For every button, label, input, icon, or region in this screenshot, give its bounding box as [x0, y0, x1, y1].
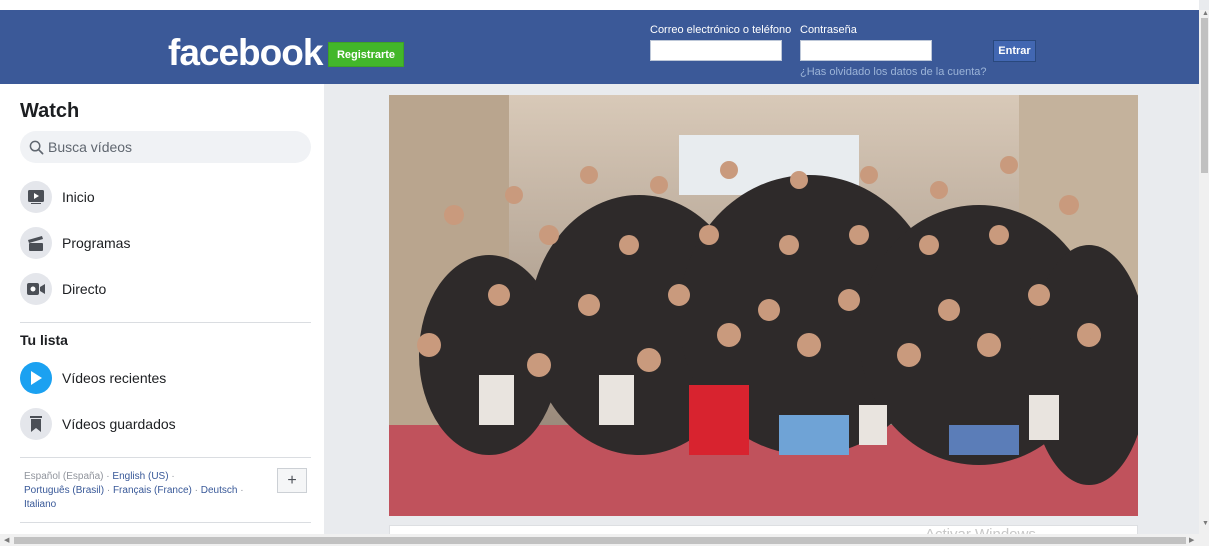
sidebar-item-label: Programas — [62, 235, 131, 251]
your-list-title: Tu lista — [20, 332, 68, 348]
divider — [20, 457, 311, 458]
divider — [20, 322, 311, 323]
search-placeholder: Busca vídeos — [48, 139, 133, 155]
email-field[interactable] — [650, 40, 782, 61]
video-thumbnail[interactable] — [389, 95, 1138, 516]
scroll-up-arrow-icon[interactable]: ▲ — [1202, 10, 1209, 17]
play-screen-icon — [20, 181, 52, 213]
register-button[interactable]: Registrarte — [328, 42, 404, 67]
current-language: Español (España) — [24, 471, 104, 482]
search-input[interactable]: Busca vídeos — [20, 131, 311, 163]
sidebar-item-inicio[interactable]: Inicio — [20, 181, 95, 213]
sidebar-title: Watch — [20, 100, 80, 122]
group-photo — [389, 95, 1138, 516]
divider — [20, 522, 311, 523]
language-link-english[interactable]: English (US) — [112, 471, 168, 482]
login-button[interactable]: Entrar — [993, 40, 1036, 62]
facebook-logo[interactable]: facebook — [168, 32, 323, 74]
language-list: Español (España) · English (US) · Portug… — [24, 471, 244, 510]
sidebar-item-directo[interactable]: Directo — [20, 273, 106, 305]
play-icon — [20, 362, 52, 394]
scroll-down-arrow-icon[interactable]: ▼ — [1202, 520, 1209, 527]
clapperboard-icon — [20, 227, 52, 259]
sidebar-item-label: Inicio — [62, 189, 95, 205]
forgot-account-link[interactable]: ¿Has olvidado los datos de la cuenta? — [800, 66, 987, 78]
sidebar-item-recent-videos[interactable]: Vídeos recientes — [20, 362, 166, 394]
sidebar-item-label: Vídeos recientes — [62, 370, 167, 386]
email-label: Correo electrónico o teléfono — [650, 24, 792, 36]
password-field[interactable] — [800, 40, 932, 61]
language-link-portuguese[interactable]: Português (Brasil) — [24, 485, 104, 496]
page: facebook Registrarte Correo electrónico … — [0, 0, 1209, 546]
more-languages-button[interactable]: + — [277, 468, 307, 493]
password-label: Contraseña — [800, 24, 857, 36]
language-link-german[interactable]: Deutsch — [201, 485, 238, 496]
vertical-scroll-thumb[interactable] — [1201, 18, 1208, 173]
scroll-right-arrow-icon[interactable]: ▶ — [1189, 536, 1194, 544]
horizontal-scroll-thumb[interactable] — [14, 537, 1186, 544]
sidebar-item-saved-videos[interactable]: Vídeos guardados — [20, 408, 176, 440]
language-link-italian[interactable]: Italiano — [24, 499, 56, 510]
sidebar-item-programas[interactable]: Programas — [20, 227, 130, 259]
watch-sidebar: Watch Busca vídeos Inicio Programas Dire… — [0, 84, 324, 534]
sidebar-item-label: Vídeos guardados — [62, 416, 176, 432]
live-video-icon — [20, 273, 52, 305]
sidebar-item-label: Directo — [62, 281, 107, 297]
top-bar: facebook Registrarte Correo electrónico … — [0, 0, 1199, 84]
bookmark-icon — [20, 408, 52, 440]
scroll-left-arrow-icon[interactable]: ◀ — [4, 536, 9, 544]
language-link-french[interactable]: Français (France) — [113, 485, 192, 496]
search-icon — [29, 140, 44, 154]
